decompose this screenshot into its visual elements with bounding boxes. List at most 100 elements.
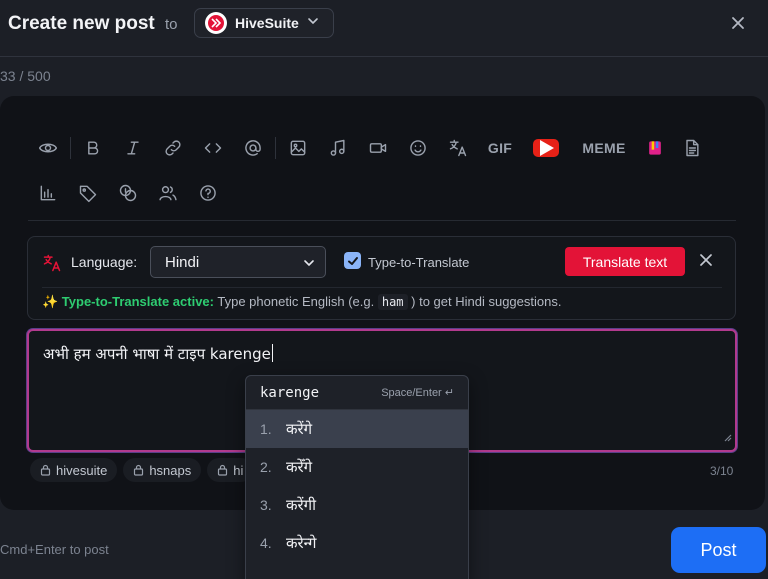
poll-button[interactable] bbox=[28, 177, 68, 209]
page-title: Create new post bbox=[8, 13, 155, 34]
suggestion-word: करेंगे bbox=[286, 420, 313, 438]
suggestion-item[interactable]: 3. करेंगी bbox=[246, 486, 468, 524]
chevron-down-icon bbox=[307, 14, 319, 32]
to-label: to bbox=[165, 16, 178, 33]
gif-button[interactable]: GIF bbox=[478, 132, 522, 164]
hive-logo-icon bbox=[205, 12, 227, 34]
status-text-end: ) to get Hindi suggestions. bbox=[411, 294, 562, 309]
toolbar-divider-line bbox=[28, 220, 736, 221]
language-select[interactable]: Hindi bbox=[150, 246, 326, 278]
eye-icon bbox=[38, 143, 58, 153]
community-name: HiveSuite bbox=[235, 15, 299, 31]
translate-text-button[interactable]: Translate text bbox=[565, 247, 685, 276]
suggestion-word: करेंगी bbox=[286, 496, 316, 514]
emoji-button[interactable] bbox=[398, 132, 438, 164]
type-to-translate-label[interactable]: Type-to-Translate bbox=[368, 255, 469, 270]
toolbar-row-2 bbox=[28, 177, 228, 209]
keyboard-hint: Cmd+Enter to post bbox=[0, 542, 109, 557]
meme-button[interactable]: MEME bbox=[570, 132, 638, 164]
tag-chip[interactable]: hsnaps bbox=[123, 458, 202, 482]
audio-icon bbox=[330, 139, 345, 156]
tag-chip[interactable]: hivesuite bbox=[30, 458, 118, 482]
suggestion-word: करेँगे bbox=[286, 458, 313, 476]
image-icon bbox=[290, 140, 306, 156]
audio-button[interactable] bbox=[318, 132, 358, 164]
link-icon bbox=[165, 140, 181, 156]
italic-button[interactable] bbox=[113, 132, 153, 164]
tag-count: 3/10 bbox=[710, 464, 734, 478]
close-icon[interactable] bbox=[698, 252, 714, 273]
users-button[interactable] bbox=[148, 177, 188, 209]
video-icon bbox=[369, 143, 387, 153]
language-selected-value: Hindi bbox=[165, 253, 200, 271]
suggestion-number: 2. bbox=[260, 459, 272, 475]
character-counter: 33 / 500 bbox=[0, 68, 51, 84]
beneficiaries-button[interactable] bbox=[108, 177, 148, 209]
coins-icon bbox=[119, 184, 137, 202]
tag-icon bbox=[79, 185, 97, 203]
help-icon bbox=[200, 185, 216, 201]
post-body-text: अभी हम अपनी भाषा में टाइप karenge bbox=[43, 344, 273, 364]
suggestion-number: 4. bbox=[260, 535, 272, 551]
document-icon bbox=[686, 139, 699, 157]
toolbar-divider bbox=[70, 137, 71, 159]
italic-icon bbox=[127, 141, 139, 155]
tag-label: hivesuite bbox=[56, 462, 108, 478]
toolbar-divider bbox=[275, 137, 276, 159]
type-to-translate-checkbox[interactable] bbox=[344, 252, 361, 269]
header: Create new post to HiveSuite bbox=[0, 0, 768, 57]
status-active-label: ✨ Type-to-Translate active: bbox=[42, 294, 214, 309]
language-label: Language: bbox=[71, 254, 138, 270]
translate-button[interactable] bbox=[438, 132, 478, 164]
users-icon bbox=[159, 186, 177, 201]
tag-button[interactable] bbox=[68, 177, 108, 209]
link-button[interactable] bbox=[153, 132, 193, 164]
lock-icon bbox=[40, 464, 51, 476]
panel-divider bbox=[42, 287, 722, 288]
checkmark-icon bbox=[347, 256, 358, 265]
suggestion-number: 1. bbox=[260, 421, 272, 437]
mention-button[interactable] bbox=[233, 132, 273, 164]
mention-icon bbox=[245, 140, 261, 156]
document-button[interactable] bbox=[672, 132, 712, 164]
youtube-button[interactable] bbox=[522, 132, 570, 164]
resize-handle-icon[interactable] bbox=[722, 429, 732, 447]
poll-icon bbox=[40, 185, 56, 201]
suggestion-word: करेन्गे bbox=[286, 534, 317, 552]
suggestion-item[interactable]: 2. करेँगे bbox=[246, 448, 468, 486]
tag-label: hi bbox=[233, 462, 244, 478]
help-button[interactable] bbox=[188, 177, 228, 209]
image-button[interactable] bbox=[278, 132, 318, 164]
suggestion-item[interactable]: 1. करेंगे bbox=[246, 410, 468, 448]
tag-label: hsnaps bbox=[149, 462, 192, 478]
video-button[interactable] bbox=[358, 132, 398, 164]
translate-icon bbox=[42, 253, 62, 278]
close-icon[interactable] bbox=[727, 12, 749, 34]
emoji-icon bbox=[410, 140, 426, 156]
chevron-down-icon bbox=[303, 256, 315, 273]
suggestions-query: karenge bbox=[260, 384, 320, 401]
youtube-icon bbox=[533, 139, 559, 157]
gif-label: GIF bbox=[487, 140, 513, 156]
lock-icon bbox=[134, 464, 144, 476]
toolbar-row-1: GIF MEME bbox=[28, 132, 712, 164]
meme-label: MEME bbox=[582, 140, 626, 156]
lock-icon bbox=[218, 464, 228, 476]
type-to-translate-status: ✨ Type-to-Translate active: Type phoneti… bbox=[42, 294, 561, 310]
hive-snaps-icon bbox=[649, 141, 661, 155]
text-caret bbox=[271, 344, 273, 362]
bold-icon bbox=[88, 141, 99, 155]
status-example: ham bbox=[377, 294, 408, 310]
bold-button[interactable] bbox=[73, 132, 113, 164]
preview-button[interactable] bbox=[28, 132, 68, 164]
suggestion-item[interactable]: 4. करेन्गे bbox=[246, 524, 468, 562]
hive-snaps-button[interactable] bbox=[638, 132, 672, 164]
tag-list: hivesuite hsnaps hi bbox=[30, 458, 254, 482]
code-icon bbox=[204, 143, 222, 153]
status-text: Type phonetic English (e.g. bbox=[217, 294, 375, 309]
community-selector[interactable]: HiveSuite bbox=[194, 8, 334, 38]
language-panel: Language: Hindi Type-to-Translate Transl… bbox=[27, 236, 736, 320]
post-button[interactable]: Post bbox=[671, 527, 766, 573]
translate-icon bbox=[449, 139, 467, 157]
code-button[interactable] bbox=[193, 132, 233, 164]
